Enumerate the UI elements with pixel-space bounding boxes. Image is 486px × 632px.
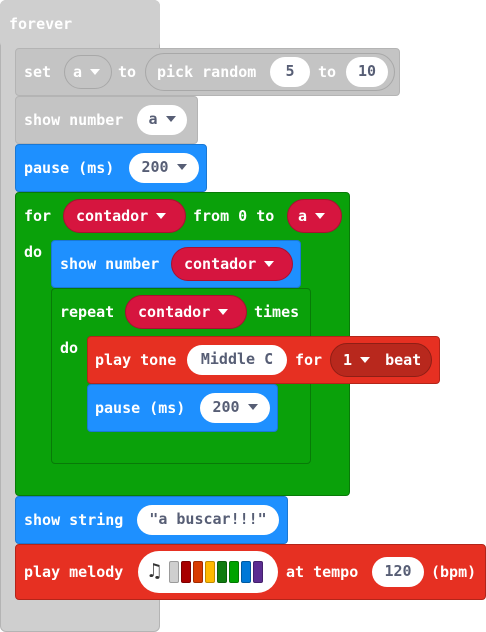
pause-label-1: pause (ms): [24, 159, 115, 177]
play-tone-label: play tone: [95, 351, 177, 369]
show-number-a-value: a: [148, 110, 158, 128]
show-number-contador-label: show number: [60, 255, 160, 273]
show-number-contador-dropdown[interactable]: contador: [171, 247, 293, 281]
repeat-count-dropdown[interactable]: contador: [125, 295, 247, 329]
music-note-icon: ♫: [146, 560, 164, 582]
set-variable-value: a: [73, 63, 83, 81]
pick-random-label: pick random: [157, 63, 257, 81]
repeat-times-label: times: [254, 303, 300, 321]
chevron-down-icon: [218, 309, 229, 315]
beat-value: 1: [343, 351, 353, 369]
show-number-contador-value: contador: [184, 255, 257, 273]
melody-note-swatch: [229, 561, 239, 583]
pause-label-2: pause (ms): [95, 399, 186, 417]
show-number-label: show number: [24, 111, 124, 129]
repeat-label: repeat: [60, 303, 115, 321]
melody-note-swatch: [241, 561, 251, 583]
pause-value-2: 200: [212, 398, 240, 416]
melody-note-swatch: [193, 561, 203, 583]
random-to-input[interactable]: 10: [346, 57, 388, 87]
beat-dropdown[interactable]: 1 beat: [330, 343, 432, 377]
for-variable-dropdown[interactable]: contador: [63, 199, 186, 233]
forever-label: forever: [9, 15, 73, 33]
random-to-label: to: [318, 63, 337, 81]
play-melody-tempo-label: at tempo: [286, 563, 359, 581]
pause-value-dropdown-1[interactable]: 200: [129, 153, 199, 183]
for-variable-value: contador: [76, 207, 149, 225]
for-from-label: from 0 to: [193, 207, 275, 225]
repeat-count-value: contador: [138, 303, 211, 321]
chevron-down-icon: [156, 213, 167, 219]
melody-note-swatch: [253, 561, 263, 583]
chevron-down-icon: [315, 213, 326, 219]
chevron-down-icon: [264, 261, 275, 267]
repeat-do-label: do: [60, 339, 79, 357]
set-variable-dropdown[interactable]: a: [64, 55, 112, 89]
tempo-unit-label: (bpm): [431, 563, 477, 581]
melody-editor-field[interactable]: ♫: [138, 551, 278, 593]
chevron-down-icon: [360, 357, 371, 363]
for-label: for: [24, 207, 52, 225]
pause-value-1: 200: [141, 158, 169, 176]
chevron-down-icon: [176, 164, 187, 170]
set-label: set: [24, 63, 52, 81]
for-to-value: a: [298, 207, 308, 225]
tempo-input[interactable]: 120: [372, 557, 424, 587]
show-string-label: show string: [24, 511, 124, 529]
play-melody-label: play melody: [24, 563, 124, 581]
melody-note-swatch: [181, 561, 191, 583]
beat-label: beat: [385, 351, 422, 369]
pause-value-dropdown-2[interactable]: 200: [200, 393, 270, 423]
chevron-down-icon: [165, 116, 176, 122]
show-number-a-input[interactable]: a: [137, 105, 187, 135]
melody-note-swatch: [169, 561, 179, 583]
chevron-down-icon: [90, 69, 101, 75]
show-string-input[interactable]: "a buscar!!!": [137, 505, 279, 535]
for-do-label: do: [24, 243, 43, 261]
random-from-input[interactable]: 5: [270, 57, 310, 87]
play-tone-note-input[interactable]: Middle C: [187, 345, 287, 375]
play-tone-for-label: for: [295, 351, 323, 369]
chevron-down-icon: [247, 404, 258, 410]
melody-note-swatch: [205, 561, 215, 583]
for-to-dropdown[interactable]: a: [287, 199, 342, 233]
melody-note-swatch: [217, 561, 227, 583]
set-to-label: to: [118, 63, 137, 81]
